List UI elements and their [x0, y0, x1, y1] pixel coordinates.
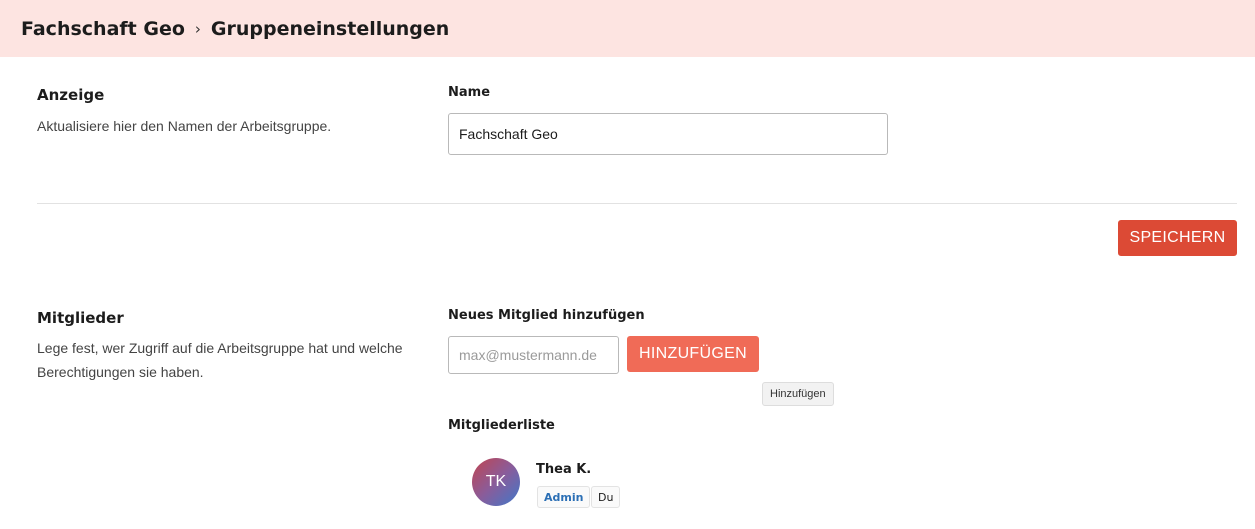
name-label: Name [448, 85, 491, 100]
email-input[interactable] [448, 336, 619, 374]
members-section-description: Lege fest, wer Zugriff auf die Arbeitsgr… [37, 336, 403, 384]
display-section-description: Aktualisiere hier den Namen der Arbeitsg… [37, 118, 332, 134]
add-button-tooltip: Hinzufügen [762, 382, 834, 406]
chevron-right-icon: › [194, 19, 201, 38]
save-button[interactable]: SPEICHERN [1118, 220, 1237, 256]
member-list-item: TK Thea K. Admin Du [472, 458, 772, 518]
member-list-label: Mitgliederliste [448, 418, 555, 433]
members-description-line: Lege fest, wer Zugriff auf die Arbeitsgr… [37, 340, 403, 356]
breadcrumb-group[interactable]: Fachschaft Geo [21, 18, 185, 40]
section-divider [37, 203, 1237, 204]
members-section-title: Mitglieder [37, 309, 124, 327]
page-title: Gruppeneinstellungen [210, 17, 450, 40]
page-header: Fachschaft Geo › Gruppeneinstellungen [0, 0, 1255, 57]
self-badge: Du [591, 486, 621, 508]
display-section-title: Anzeige [37, 86, 105, 104]
avatar: TK [472, 458, 520, 506]
members-description-line: Berechtigungen sie haben. [37, 364, 204, 380]
member-name: Thea K. [536, 462, 592, 477]
add-member-button[interactable]: HINZUFÜGEN [627, 336, 759, 372]
role-badge[interactable]: Admin [537, 486, 591, 508]
add-member-label: Neues Mitglied hinzufügen [448, 308, 645, 323]
name-input[interactable] [448, 113, 888, 155]
